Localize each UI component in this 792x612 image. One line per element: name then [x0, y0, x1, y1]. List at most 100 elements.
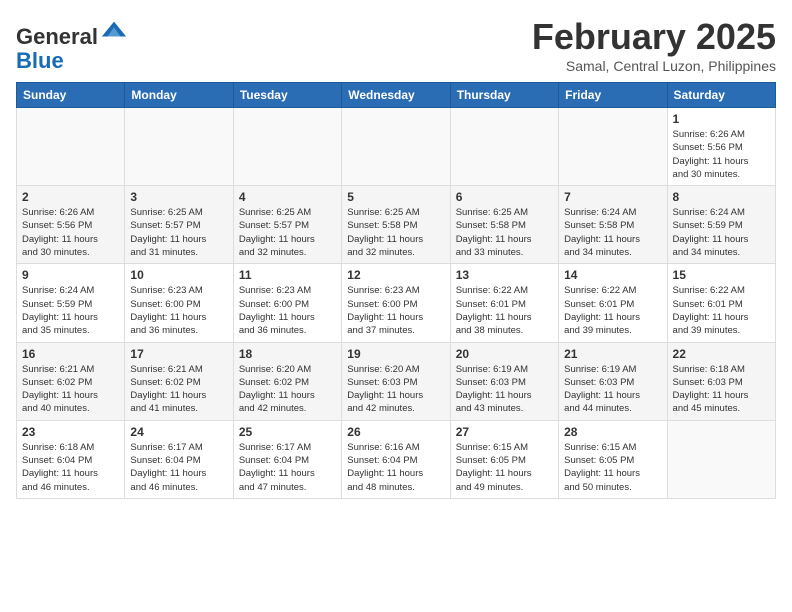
day-info: Sunrise: 6:25 AM Sunset: 5:57 PM Dayligh…	[239, 206, 336, 259]
day-number: 2	[22, 190, 119, 204]
day-info: Sunrise: 6:25 AM Sunset: 5:57 PM Dayligh…	[130, 206, 227, 259]
logo-icon	[100, 16, 128, 44]
day-number: 9	[22, 268, 119, 282]
day-info: Sunrise: 6:24 AM Sunset: 5:58 PM Dayligh…	[564, 206, 661, 259]
calendar-cell	[559, 108, 667, 186]
calendar-cell: 25 Sunrise: 6:17 AM Sunset: 6:04 PM Dayli…	[233, 420, 341, 498]
day-info: Sunrise: 6:20 AM Sunset: 6:02 PM Dayligh…	[239, 363, 336, 416]
calendar-week-row: 23 Sunrise: 6:18 AM Sunset: 6:04 PM Dayli…	[17, 420, 776, 498]
calendar-cell: 17 Sunrise: 6:21 AM Sunset: 6:02 PM Dayli…	[125, 342, 233, 420]
logo: General Blue	[16, 16, 128, 73]
calendar-header-friday: Friday	[559, 83, 667, 108]
day-info: Sunrise: 6:23 AM Sunset: 6:00 PM Dayligh…	[347, 284, 444, 337]
calendar-cell	[667, 420, 775, 498]
day-number: 8	[673, 190, 770, 204]
day-info: Sunrise: 6:23 AM Sunset: 6:00 PM Dayligh…	[130, 284, 227, 337]
day-number: 16	[22, 347, 119, 361]
calendar-cell: 10 Sunrise: 6:23 AM Sunset: 6:00 PM Dayli…	[125, 264, 233, 342]
calendar-header-row: SundayMondayTuesdayWednesdayThursdayFrid…	[17, 83, 776, 108]
day-info: Sunrise: 6:19 AM Sunset: 6:03 PM Dayligh…	[456, 363, 553, 416]
calendar-cell: 19 Sunrise: 6:20 AM Sunset: 6:03 PM Dayli…	[342, 342, 450, 420]
calendar-cell: 14 Sunrise: 6:22 AM Sunset: 6:01 PM Dayli…	[559, 264, 667, 342]
day-number: 22	[673, 347, 770, 361]
calendar-cell: 22Sunrise: 6:18 AM Sunset: 6:03 PM Dayli…	[667, 342, 775, 420]
day-number: 6	[456, 190, 553, 204]
day-number: 19	[347, 347, 444, 361]
day-number: 11	[239, 268, 336, 282]
calendar-header-wednesday: Wednesday	[342, 83, 450, 108]
day-number: 20	[456, 347, 553, 361]
calendar-cell	[233, 108, 341, 186]
day-number: 13	[456, 268, 553, 282]
calendar-cell: 18 Sunrise: 6:20 AM Sunset: 6:02 PM Dayli…	[233, 342, 341, 420]
calendar-cell: 23 Sunrise: 6:18 AM Sunset: 6:04 PM Dayli…	[17, 420, 125, 498]
calendar-header-saturday: Saturday	[667, 83, 775, 108]
day-info: Sunrise: 6:17 AM Sunset: 6:04 PM Dayligh…	[239, 441, 336, 494]
day-number: 1	[673, 112, 770, 126]
calendar-week-row: 1 Sunrise: 6:26 AM Sunset: 5:56 PM Daylig…	[17, 108, 776, 186]
day-info: Sunrise: 6:18 AM Sunset: 6:04 PM Dayligh…	[22, 441, 119, 494]
day-info: Sunrise: 6:25 AM Sunset: 5:58 PM Dayligh…	[347, 206, 444, 259]
day-number: 5	[347, 190, 444, 204]
calendar-cell: 20 Sunrise: 6:19 AM Sunset: 6:03 PM Dayli…	[450, 342, 558, 420]
day-info: Sunrise: 6:24 AM Sunset: 5:59 PM Dayligh…	[22, 284, 119, 337]
day-info: Sunrise: 6:22 AM Sunset: 6:01 PM Dayligh…	[673, 284, 770, 337]
day-number: 24	[130, 425, 227, 439]
calendar-cell: 9 Sunrise: 6:24 AM Sunset: 5:59 PM Daylig…	[17, 264, 125, 342]
day-number: 7	[564, 190, 661, 204]
day-info: Sunrise: 6:22 AM Sunset: 6:01 PM Dayligh…	[456, 284, 553, 337]
day-number: 10	[130, 268, 227, 282]
logo-general-text: General	[16, 24, 98, 49]
day-number: 27	[456, 425, 553, 439]
calendar-cell: 13 Sunrise: 6:22 AM Sunset: 6:01 PM Dayli…	[450, 264, 558, 342]
day-number: 21	[564, 347, 661, 361]
calendar-cell: 27Sunrise: 6:15 AM Sunset: 6:05 PM Dayli…	[450, 420, 558, 498]
calendar-cell: 12Sunrise: 6:23 AM Sunset: 6:00 PM Dayli…	[342, 264, 450, 342]
calendar-cell: 5 Sunrise: 6:25 AM Sunset: 5:58 PM Daylig…	[342, 186, 450, 264]
day-info: Sunrise: 6:22 AM Sunset: 6:01 PM Dayligh…	[564, 284, 661, 337]
calendar-table: SundayMondayTuesdayWednesdayThursdayFrid…	[16, 82, 776, 499]
calendar-cell	[17, 108, 125, 186]
day-number: 17	[130, 347, 227, 361]
day-info: Sunrise: 6:21 AM Sunset: 6:02 PM Dayligh…	[130, 363, 227, 416]
day-info: Sunrise: 6:20 AM Sunset: 6:03 PM Dayligh…	[347, 363, 444, 416]
location-subtitle: Samal, Central Luzon, Philippines	[532, 58, 776, 74]
day-info: Sunrise: 6:24 AM Sunset: 5:59 PM Dayligh…	[673, 206, 770, 259]
calendar-cell: 15 Sunrise: 6:22 AM Sunset: 6:01 PM Dayli…	[667, 264, 775, 342]
calendar-cell: 21 Sunrise: 6:19 AM Sunset: 6:03 PM Dayli…	[559, 342, 667, 420]
day-number: 23	[22, 425, 119, 439]
day-info: Sunrise: 6:16 AM Sunset: 6:04 PM Dayligh…	[347, 441, 444, 494]
day-info: Sunrise: 6:15 AM Sunset: 6:05 PM Dayligh…	[564, 441, 661, 494]
calendar-header-tuesday: Tuesday	[233, 83, 341, 108]
calendar-week-row: 9 Sunrise: 6:24 AM Sunset: 5:59 PM Daylig…	[17, 264, 776, 342]
calendar-header-monday: Monday	[125, 83, 233, 108]
calendar-cell: 6 Sunrise: 6:25 AM Sunset: 5:58 PM Daylig…	[450, 186, 558, 264]
day-number: 28	[564, 425, 661, 439]
day-number: 26	[347, 425, 444, 439]
day-info: Sunrise: 6:19 AM Sunset: 6:03 PM Dayligh…	[564, 363, 661, 416]
calendar-cell: 7 Sunrise: 6:24 AM Sunset: 5:58 PM Daylig…	[559, 186, 667, 264]
day-info: Sunrise: 6:26 AM Sunset: 5:56 PM Dayligh…	[673, 128, 770, 181]
calendar-cell: 1 Sunrise: 6:26 AM Sunset: 5:56 PM Daylig…	[667, 108, 775, 186]
day-number: 3	[130, 190, 227, 204]
day-info: Sunrise: 6:26 AM Sunset: 5:56 PM Dayligh…	[22, 206, 119, 259]
calendar-cell	[125, 108, 233, 186]
logo-blue-text: Blue	[16, 48, 64, 73]
calendar-header-sunday: Sunday	[17, 83, 125, 108]
calendar-week-row: 2 Sunrise: 6:26 AM Sunset: 5:56 PM Daylig…	[17, 186, 776, 264]
calendar-week-row: 16 Sunrise: 6:21 AM Sunset: 6:02 PM Dayli…	[17, 342, 776, 420]
calendar-cell: 24 Sunrise: 6:17 AM Sunset: 6:04 PM Dayli…	[125, 420, 233, 498]
day-info: Sunrise: 6:17 AM Sunset: 6:04 PM Dayligh…	[130, 441, 227, 494]
day-number: 18	[239, 347, 336, 361]
day-number: 25	[239, 425, 336, 439]
calendar-cell: 3 Sunrise: 6:25 AM Sunset: 5:57 PM Daylig…	[125, 186, 233, 264]
month-year-title: February 2025	[532, 16, 776, 58]
calendar-cell: 2 Sunrise: 6:26 AM Sunset: 5:56 PM Daylig…	[17, 186, 125, 264]
day-number: 14	[564, 268, 661, 282]
calendar-header-thursday: Thursday	[450, 83, 558, 108]
calendar-cell	[450, 108, 558, 186]
calendar-cell: 11Sunrise: 6:23 AM Sunset: 6:00 PM Dayli…	[233, 264, 341, 342]
day-number: 15	[673, 268, 770, 282]
day-info: Sunrise: 6:25 AM Sunset: 5:58 PM Dayligh…	[456, 206, 553, 259]
calendar-cell: 26 Sunrise: 6:16 AM Sunset: 6:04 PM Dayli…	[342, 420, 450, 498]
